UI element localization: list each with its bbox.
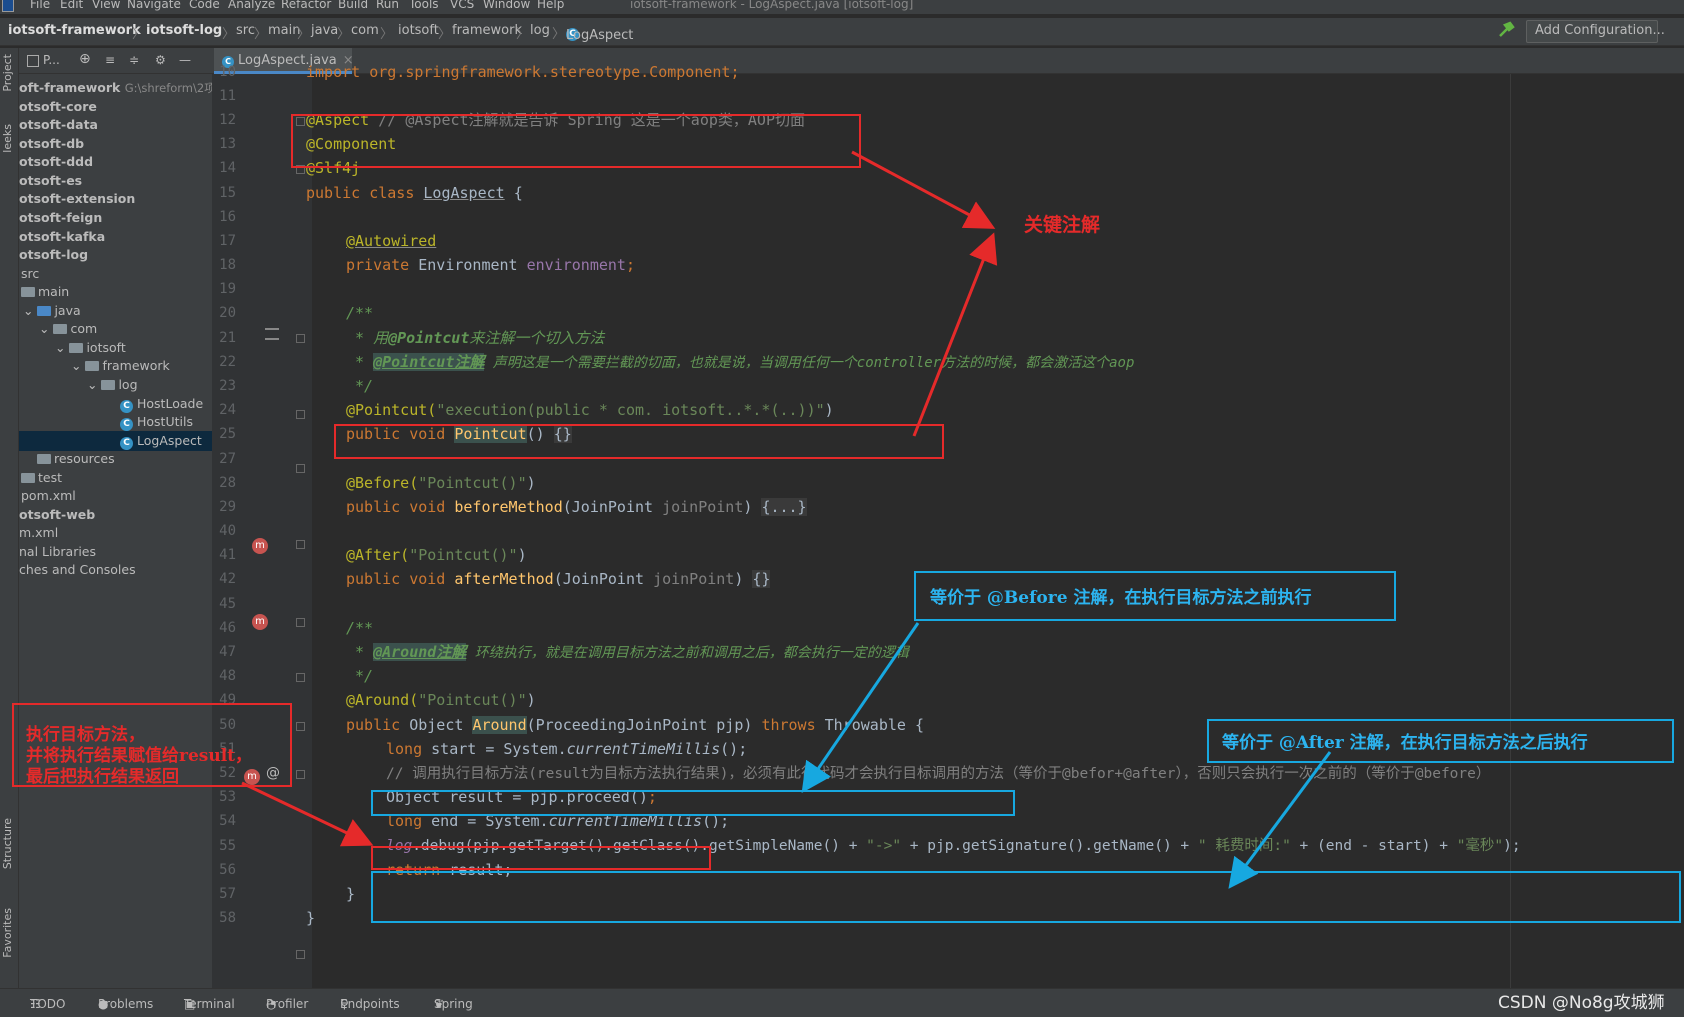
arrow-to-start-time-line — [801, 622, 920, 793]
tool-tab-label: Endpoints — [340, 997, 400, 1011]
bottom-tool-bar: ☷ TODO ● Problems ▣ Terminal ◔ Profiler … — [0, 988, 1684, 1012]
tool-tab-label: Spring — [434, 997, 473, 1011]
status-bar — [0, 1012, 1684, 1017]
annotation-arrows — [241, 150, 1332, 889]
tool-tab-label: TODO — [30, 997, 66, 1011]
tool-tab-label: Problems — [98, 997, 154, 1011]
arrow-from-pointcut-box — [912, 232, 998, 437]
tool-tab-label: Profiler — [266, 997, 309, 1011]
tool-tab-label: Terminal — [184, 997, 235, 1011]
arrow-to-end-time-line — [1228, 751, 1332, 889]
watermark: CSDN @No8g攻城狮 — [1498, 993, 1665, 1013]
arrow-to-proceed-line — [241, 781, 374, 847]
arrow-from-annotation-box — [851, 150, 996, 229]
ide-window: File Edit View Navigate Code Analyze Ref… — [0, 0, 1684, 1017]
